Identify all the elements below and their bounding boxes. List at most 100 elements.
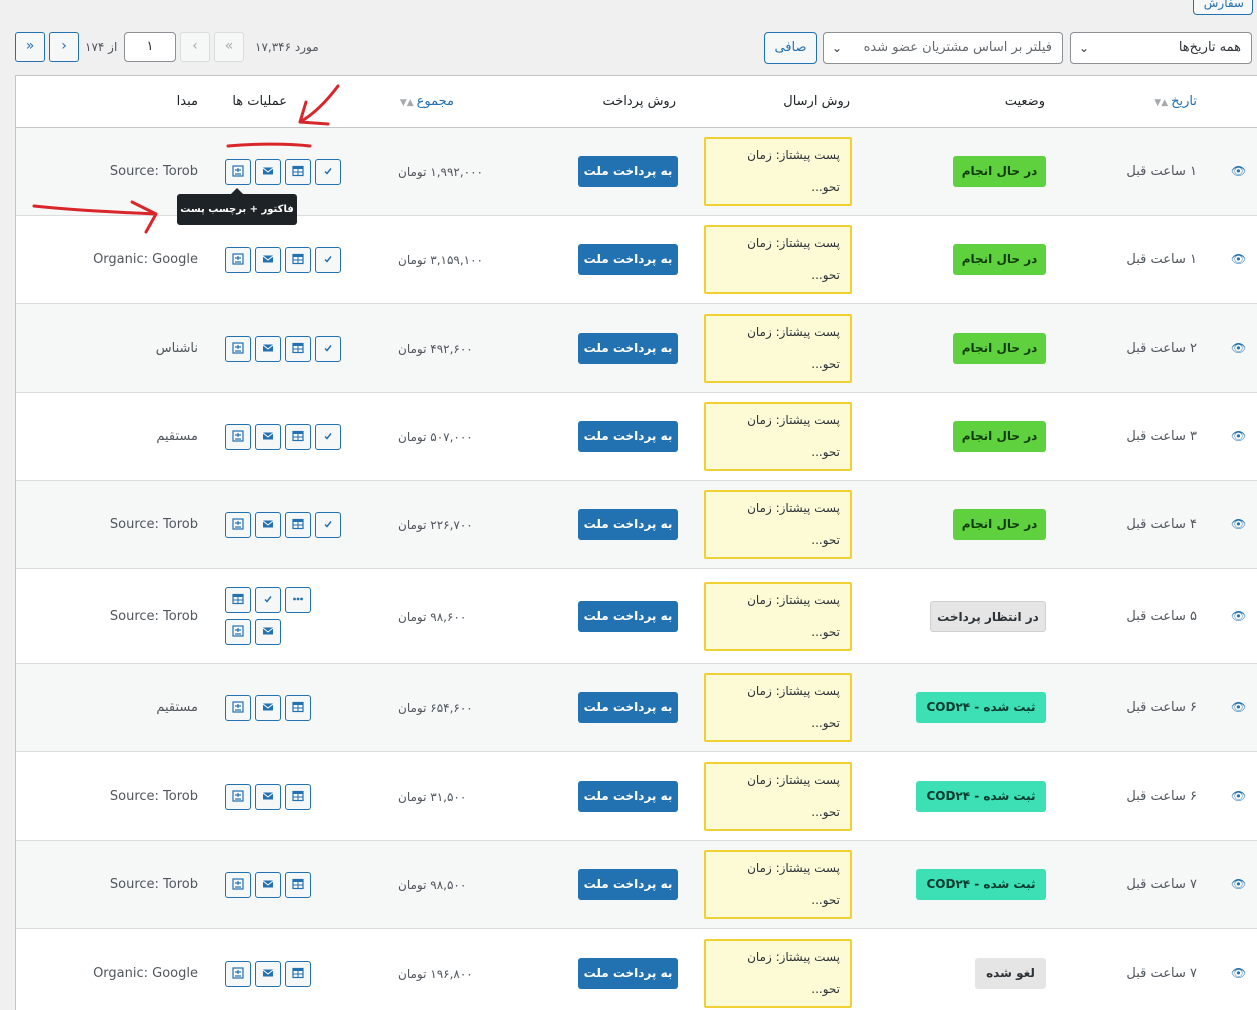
payment-method-badge: به پرداخت ملت bbox=[578, 869, 678, 900]
more-actions-button[interactable] bbox=[285, 587, 311, 613]
order-date: ۱ ساعت قبل bbox=[1126, 252, 1197, 267]
eye-icon[interactable]: 👁 bbox=[1231, 517, 1246, 531]
eye-icon[interactable]: 👁 bbox=[1231, 966, 1246, 980]
email-button[interactable] bbox=[255, 784, 281, 810]
email-button[interactable] bbox=[255, 619, 281, 645]
complete-button[interactable] bbox=[315, 247, 341, 273]
order-total: ۴۹۲,۶۰۰ تومان bbox=[398, 342, 473, 356]
eye-icon[interactable]: 👁 bbox=[1231, 700, 1246, 714]
invoice-button[interactable] bbox=[285, 424, 311, 450]
table-row: 👁 ۶ ساعت قبل ثبت شده - COD۲۴ پست پیشتاز: زم… bbox=[16, 664, 1257, 752]
shipping-method-line: پست پیشتاز: زمان bbox=[747, 593, 840, 607]
next-page-button[interactable]: › bbox=[49, 32, 79, 62]
order-total: ۶۵۴,۶۰۰ تومان bbox=[398, 701, 473, 715]
shipping-method-line: پست پیشتاز: زمان bbox=[747, 148, 840, 162]
sort-icon: ▲▼ bbox=[1154, 98, 1169, 108]
table-row: 👁 ۴ ساعت قبل در حال انجام پست پیشتاز: زمان ت… bbox=[16, 481, 1257, 569]
check-icon bbox=[316, 430, 340, 442]
shipping-method-box: پست پیشتاز: زمان تحو... bbox=[704, 673, 852, 742]
status-badge: در حال انجام bbox=[953, 244, 1046, 275]
eye-icon[interactable]: 👁 bbox=[1231, 429, 1246, 443]
table-row: 👁 ۱ ساعت قبل در حال انجام پست پیشتاز: زمان ت… bbox=[16, 216, 1257, 304]
order-date: ۷ ساعت قبل bbox=[1126, 877, 1197, 892]
mail-icon bbox=[256, 967, 280, 979]
invoice-label-button[interactable] bbox=[225, 961, 251, 987]
invoice-button[interactable] bbox=[285, 872, 311, 898]
email-button[interactable] bbox=[255, 247, 281, 273]
shipping-method-line: تحو... bbox=[811, 893, 840, 907]
order-total: ۳۱,۵۰۰ تومان bbox=[398, 790, 467, 804]
order-origin: Source: Torob bbox=[109, 609, 198, 624]
email-button[interactable] bbox=[255, 961, 281, 987]
shipping-method-line: تحو... bbox=[811, 180, 840, 194]
email-button[interactable] bbox=[255, 695, 281, 721]
invoice-button[interactable] bbox=[285, 784, 311, 810]
complete-button[interactable] bbox=[315, 159, 341, 185]
column-total[interactable]: مجموع▲▼ bbox=[400, 94, 454, 109]
order-origin: Source: Torob bbox=[109, 877, 198, 892]
shipping-method-line: تحو... bbox=[811, 625, 840, 639]
complete-button[interactable] bbox=[315, 424, 341, 450]
status-badge: در حال انجام bbox=[953, 509, 1046, 540]
shipping-method-line: تحو... bbox=[811, 533, 840, 547]
eye-icon[interactable]: 👁 bbox=[1231, 877, 1246, 891]
invoice-button[interactable] bbox=[285, 336, 311, 362]
order-total: ۱,۹۹۲,۰۰۰ تومان bbox=[398, 165, 483, 179]
column-shipping: روش ارسال bbox=[783, 94, 850, 109]
current-page-input[interactable]: ۱ bbox=[124, 32, 176, 62]
invoice-label-button[interactable] bbox=[225, 424, 251, 450]
complete-button[interactable] bbox=[315, 512, 341, 538]
invoice-label-button[interactable] bbox=[225, 159, 251, 185]
invoice-button[interactable] bbox=[285, 512, 311, 538]
invoice-label-button[interactable] bbox=[225, 512, 251, 538]
invoice-button[interactable] bbox=[285, 961, 311, 987]
last-page-button[interactable]: » bbox=[15, 32, 45, 62]
invoice-icon bbox=[286, 701, 310, 713]
email-button[interactable] bbox=[255, 872, 281, 898]
shipping-method-line: تحو... bbox=[811, 716, 840, 730]
eye-icon[interactable]: 👁 bbox=[1231, 252, 1246, 266]
complete-button[interactable] bbox=[315, 336, 341, 362]
invoice-label-button[interactable] bbox=[225, 336, 251, 362]
date-filter-select[interactable]: همه تاریخ‌ها ⌄ bbox=[1070, 32, 1252, 64]
order-date: ۳ ساعت قبل bbox=[1126, 429, 1197, 444]
email-button[interactable] bbox=[255, 424, 281, 450]
invoice-icon bbox=[286, 967, 310, 979]
eye-icon[interactable]: 👁 bbox=[1231, 609, 1246, 623]
order-date: ۷ ساعت قبل bbox=[1126, 966, 1197, 981]
shipping-method-box: پست پیشتاز: زمان تحو... bbox=[704, 939, 852, 1008]
table-row: 👁 ۶ ساعت قبل ثبت شده - COD۲۴ پست پیشتاز: زم… bbox=[16, 752, 1257, 841]
invoice-button[interactable] bbox=[285, 695, 311, 721]
eye-icon[interactable]: 👁 bbox=[1231, 164, 1246, 178]
shipping-method-line: پست پیشتاز: زمان bbox=[747, 325, 840, 339]
invoice-label-button[interactable] bbox=[225, 872, 251, 898]
orders-report-tab[interactable]: سفارش ها bbox=[1193, 0, 1253, 15]
first-page-button[interactable]: « bbox=[214, 32, 244, 62]
shipping-method-box: پست پیشتاز: زمان تحو... bbox=[704, 850, 852, 919]
column-date[interactable]: تاریخ▲▼ bbox=[1154, 94, 1197, 109]
mail-icon bbox=[256, 625, 280, 637]
status-badge: در انتظار پرداخت bbox=[930, 601, 1046, 632]
invoice-label-button[interactable] bbox=[225, 784, 251, 810]
invoice-label-button[interactable] bbox=[225, 619, 251, 645]
shipping-method-box: پست پیشتاز: زمان تحو... bbox=[704, 582, 852, 651]
eye-icon[interactable]: 👁 bbox=[1231, 341, 1246, 355]
customer-filter-select[interactable]: فیلتر بر اساس مشتریان عضو شده ⌄ bbox=[823, 32, 1063, 64]
mail-icon bbox=[256, 701, 280, 713]
email-button[interactable] bbox=[255, 512, 281, 538]
invoice-button[interactable] bbox=[285, 159, 311, 185]
email-button[interactable] bbox=[255, 336, 281, 362]
email-button[interactable] bbox=[255, 159, 281, 185]
invoice-label-button[interactable] bbox=[225, 695, 251, 721]
invoice-button[interactable] bbox=[225, 587, 251, 613]
invoice-label-button[interactable] bbox=[225, 247, 251, 273]
eye-icon[interactable]: 👁 bbox=[1231, 789, 1246, 803]
invoice-label-icon bbox=[226, 790, 250, 802]
invoice-button[interactable] bbox=[285, 247, 311, 273]
filter-button[interactable]: صافی bbox=[764, 32, 817, 64]
mail-icon bbox=[256, 165, 280, 177]
prev-page-button[interactable]: ‹ bbox=[180, 32, 210, 62]
shipping-method-line: پست پیشتاز: زمان bbox=[747, 773, 840, 787]
check-icon bbox=[316, 165, 340, 177]
complete-button[interactable] bbox=[255, 587, 281, 613]
